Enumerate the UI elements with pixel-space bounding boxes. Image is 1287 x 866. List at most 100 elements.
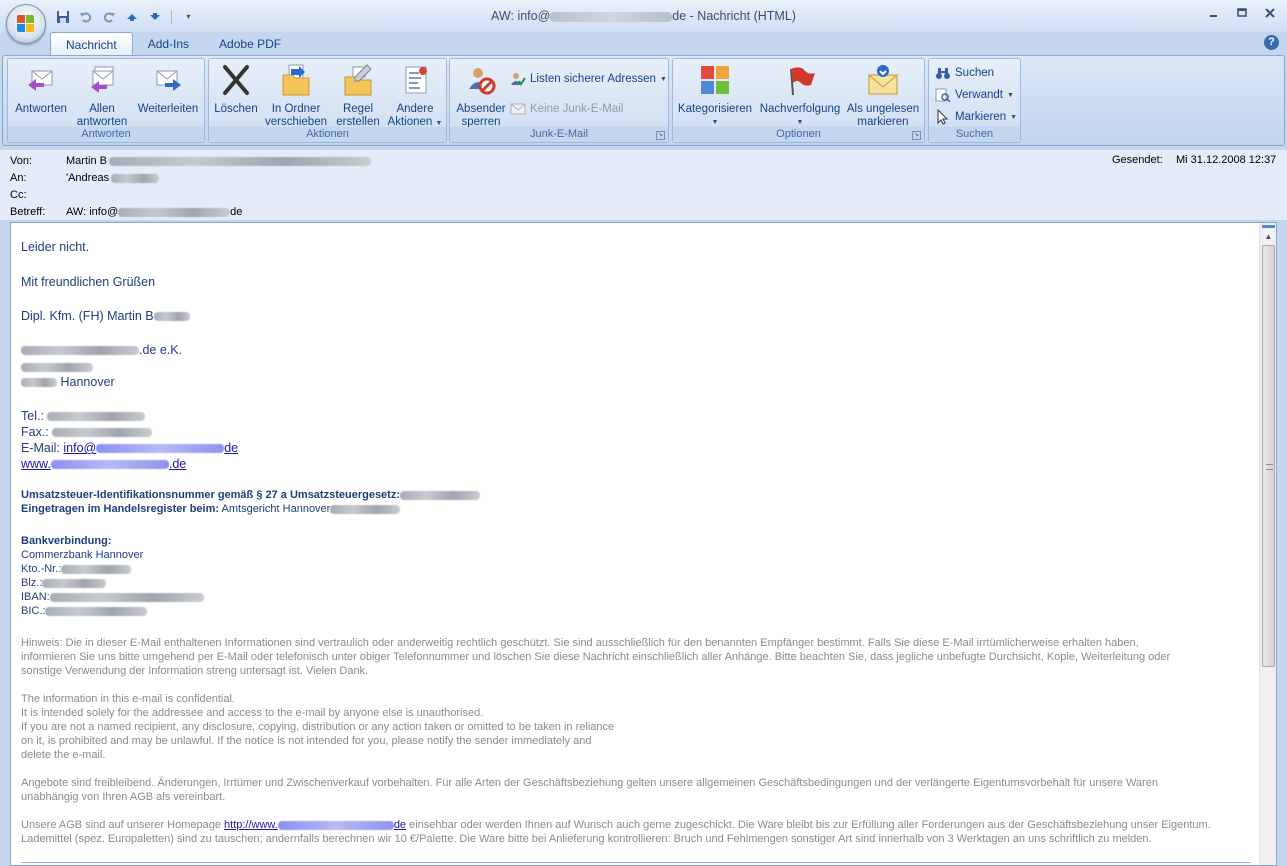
bank-name: Commerzbank Hannover <box>21 549 144 561</box>
tab-nachricht[interactable]: Nachricht <box>50 32 133 56</box>
safe-lists-button[interactable]: Listen sicherer Adressen ▼ <box>510 71 667 87</box>
vertical-scrollbar[interactable]: ▲ <box>1259 223 1276 865</box>
redacted-domain <box>277 820 394 830</box>
dialog-launcher-icon[interactable]: ↘ <box>656 131 665 140</box>
group-label-aktionen: Aktionen <box>209 127 446 142</box>
header-to-row: An: 'Andreas <box>10 171 610 185</box>
dropdown-arrow-icon: ▼ <box>659 75 667 83</box>
greeting: Mit freundlichen Grüßen <box>21 275 156 289</box>
forward-button[interactable]: Weiterleiten <box>134 63 202 116</box>
header-cc-row: Cc: <box>10 189 27 201</box>
other-actions-button[interactable]: Andere Aktionen ▼ <box>385 63 445 130</box>
redacted-domain <box>118 207 231 217</box>
block-sender-icon <box>464 63 498 97</box>
iban-line: IBAN: <box>21 591 204 603</box>
cursor-icon <box>935 108 951 125</box>
redacted-account <box>61 564 132 574</box>
to-value[interactable]: 'Andreas <box>66 171 160 185</box>
close-icon[interactable] <box>1263 7 1277 21</box>
notice-german: Hinweis: Die in dieser E-Mail enthaltene… <box>21 637 1171 677</box>
scroll-thumb[interactable] <box>1262 245 1275 667</box>
forward-icon <box>151 63 185 97</box>
mark-unread-icon <box>866 63 900 97</box>
kto-line: Kto.-Nr.: <box>21 563 132 575</box>
reply-all-icon <box>85 63 119 97</box>
group-antworten: Antworten Allen antworten Weiterleiten A… <box>7 58 205 143</box>
fax-line: Fax.: <box>21 425 153 439</box>
select-button[interactable]: Markieren ▼ <box>935 108 1018 125</box>
dropdown-arrow-icon: ▼ <box>1006 91 1014 99</box>
categorize-button[interactable]: Kategorisieren ▼ <box>675 63 755 129</box>
delete-button[interactable]: Löschen <box>211 63 261 116</box>
maximize-icon[interactable] <box>1235 7 1249 21</box>
from-value[interactable]: Martin B <box>66 154 371 168</box>
group-junk: Absender sperren Listen sicherer Adresse… <box>449 58 669 143</box>
group-suchen: Suchen Verwandt ▼ Markieren ▼ Suchen <box>928 58 1021 143</box>
company-name: .de e.K. <box>21 343 182 357</box>
block-sender-button[interactable]: Absender sperren <box>452 63 510 129</box>
redacted-iban <box>49 592 204 602</box>
other-actions-icon <box>398 63 432 97</box>
street <box>21 360 93 374</box>
agb-notice: Unsere AGB sind auf unserer Homepage htt… <box>21 819 1211 845</box>
create-rule-button[interactable]: Regel erstellen <box>333 63 383 129</box>
group-label-junk: Junk-E-Mail <box>450 127 668 142</box>
tel-line: Tel.: <box>21 409 146 423</box>
subject-value: AW: info@ de <box>66 206 243 218</box>
reply-all-button[interactable]: Allen antworten <box>72 63 132 129</box>
move-folder-icon <box>279 63 313 97</box>
safe-lists-icon <box>510 71 526 87</box>
title-bar: ▾ AW: info@ de - Nachricht (HTML) <box>0 0 1287 32</box>
reply-icon <box>24 63 58 97</box>
rule-icon <box>341 63 375 97</box>
group-aktionen: Löschen In Ordner verschieben Regel erst… <box>208 58 447 143</box>
redacted-domain <box>550 11 673 22</box>
office-button[interactable] <box>6 4 46 44</box>
not-junk-button[interactable]: Keine Junk-E-Mail <box>510 101 623 117</box>
followup-button[interactable]: Nachverfolgung ▼ <box>757 63 843 129</box>
redacted-sender <box>108 156 371 166</box>
not-junk-icon <box>510 101 526 117</box>
redacted-domain <box>96 444 225 454</box>
tab-add-ins[interactable]: Add-Ins <box>133 32 204 56</box>
dialog-launcher-icon[interactable]: ↘ <box>912 131 921 140</box>
ribbon-tabs: Nachricht Add-Ins Adobe PDF <box>50 32 296 56</box>
tab-adobe-pdf[interactable]: Adobe PDF <box>204 32 296 56</box>
flag-icon <box>783 63 817 97</box>
dropdown-arrow-icon: ▼ <box>1010 113 1018 121</box>
redacted-fax <box>52 428 153 438</box>
offers-notice: Angebote sind freibleibend. Änderungen, … <box>21 777 1158 803</box>
help-icon[interactable]: ? <box>1264 35 1279 50</box>
body-line: Leider nicht. <box>21 240 90 254</box>
related-button[interactable]: Verwandt ▼ <box>935 87 1014 103</box>
sent-label: Gesendet: <box>1112 154 1163 166</box>
redacted-vat <box>400 490 481 500</box>
website-link[interactable]: www. .de <box>21 457 186 471</box>
redacted-bic <box>45 606 148 616</box>
office-logo-icon <box>17 15 35 33</box>
find-button[interactable]: Suchen <box>935 65 994 81</box>
mark-unread-button[interactable]: Als ungelesen markieren <box>845 63 921 129</box>
delete-x-icon <box>219 63 253 97</box>
minimize-icon[interactable] <box>1207 7 1221 21</box>
header-subject-row: Betreff: AW: info@ de <box>10 206 243 218</box>
sent-value: Mi 31.12.2008 12:37 <box>1176 154 1277 166</box>
message-body[interactable]: Leider nicht. Mit freundlichen Grüßen Di… <box>10 222 1277 866</box>
reply-button[interactable]: Antworten <box>12 63 70 116</box>
divider <box>21 862 1251 863</box>
email-link[interactable]: info@ de <box>63 441 238 455</box>
redacted-domain <box>50 460 169 470</box>
group-label-suchen: Suchen <box>929 127 1020 142</box>
message-header: Von: Martin B An: 'Andreas Cc: Betreff: … <box>0 150 1287 220</box>
email-line: E-Mail: info@ de <box>21 441 239 455</box>
homepage-link[interactable]: http://www. de <box>224 819 406 831</box>
register-line: Eingetragen im Handelsregister beim: Amt… <box>21 503 401 515</box>
redacted-company <box>21 346 139 356</box>
scroll-marker <box>1262 225 1275 228</box>
group-label-optionen: Optionen <box>673 127 924 142</box>
redacted-surname <box>153 312 190 322</box>
scroll-up-icon[interactable]: ▲ <box>1262 230 1275 243</box>
move-to-folder-button[interactable]: In Ordner verschieben <box>261 63 331 129</box>
web-line: www. .de <box>21 457 186 471</box>
bank-heading: Bankverbindung: <box>21 535 112 547</box>
